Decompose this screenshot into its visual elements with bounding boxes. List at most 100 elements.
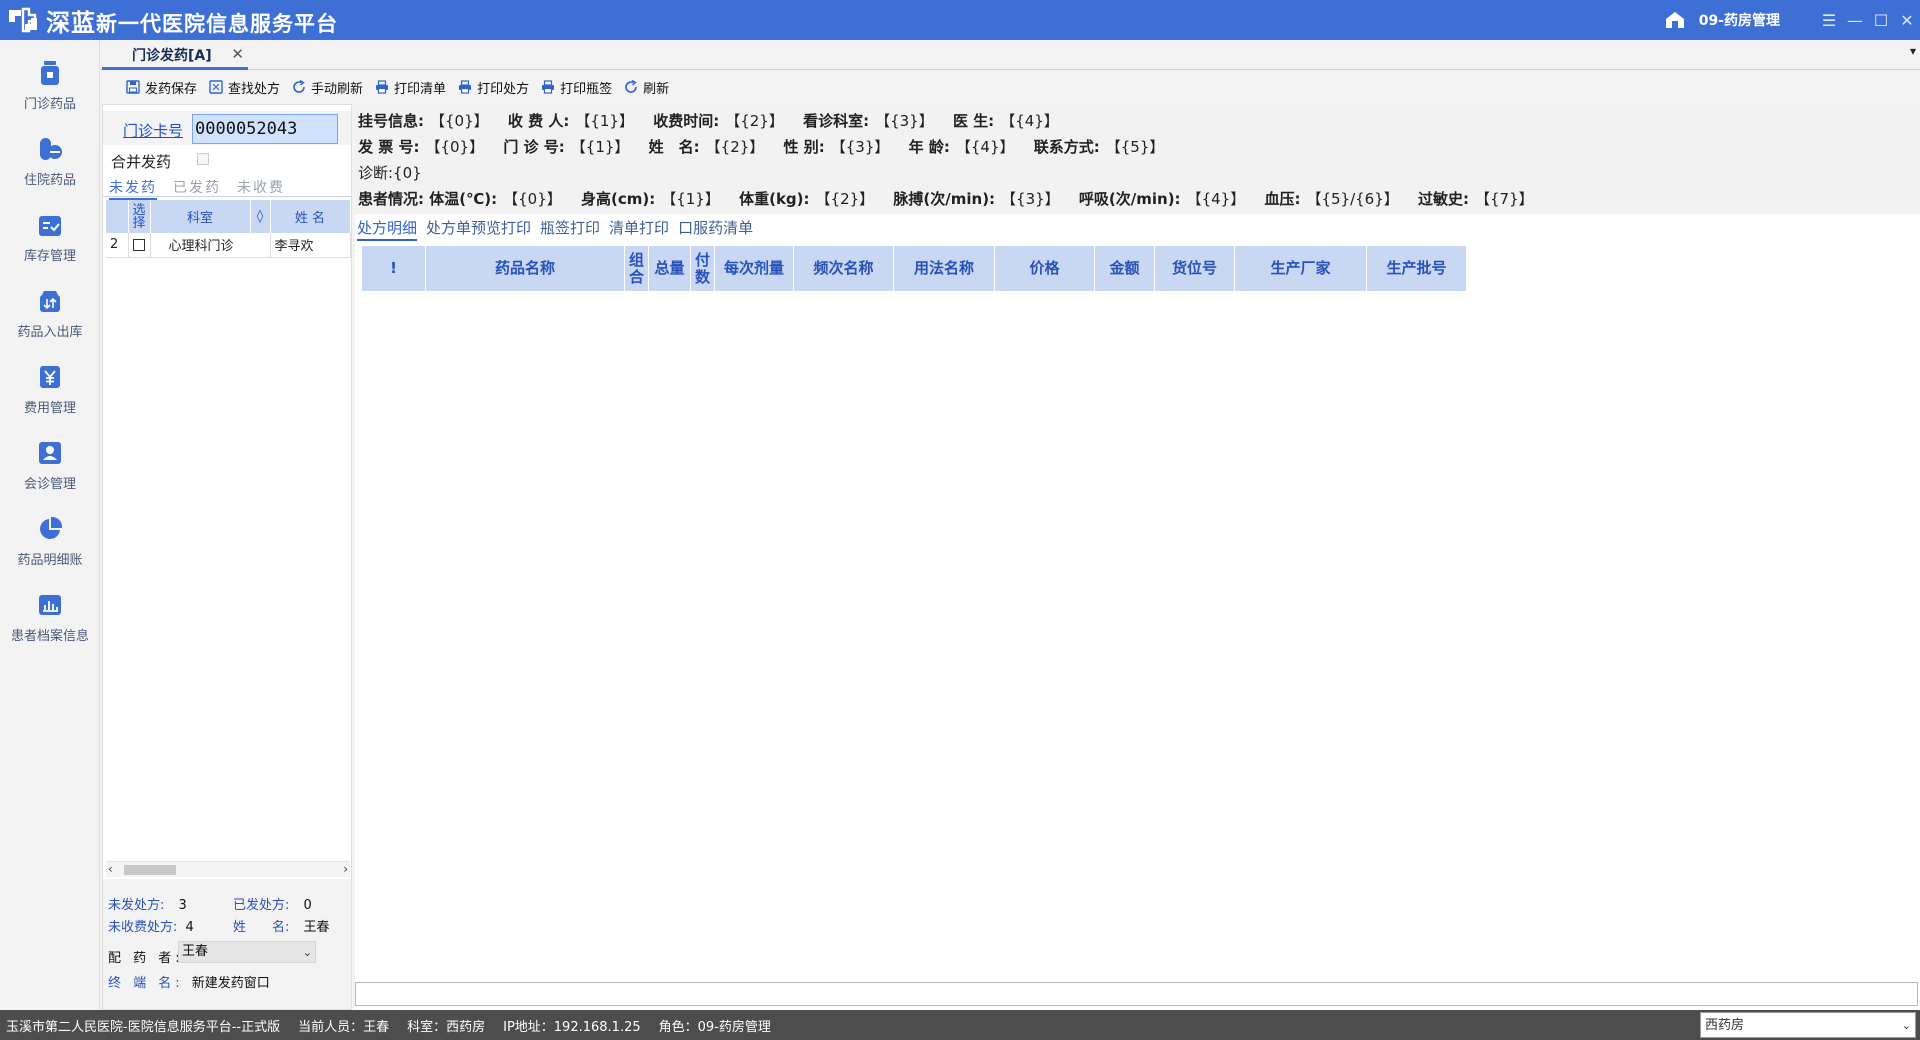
tab-bottle-label-print[interactable]: 瓶签打印: [540, 217, 600, 241]
hospital-name: 玉溪市第二人民医院-医院信息服务平台--正式版: [6, 1019, 281, 1035]
dept-column-header[interactable]: 科室: [150, 200, 251, 233]
stat-value: 0: [303, 898, 312, 913]
nav-item-stock-transfer[interactable]: 药品入出库: [0, 268, 100, 344]
patient-table-header: 选择 科室 ◊ 姓 名: [106, 200, 351, 233]
ip-address: IP地址：192.168.1.25: [503, 1019, 641, 1035]
location-column-header[interactable]: 货位号: [1155, 246, 1235, 291]
undispensed-count: 未发处方: 3: [108, 894, 187, 913]
batch-column-header[interactable]: 生产批号: [1367, 246, 1467, 291]
find-prescription-button[interactable]: 查找处方: [209, 78, 280, 97]
tab-unpaid[interactable]: 未收费: [237, 177, 285, 197]
minimize-button[interactable]: —: [1842, 7, 1868, 33]
drug-name-column-header[interactable]: 药品名称: [426, 246, 625, 291]
print-list-button[interactable]: 打印清单: [375, 78, 446, 97]
printer-icon: [459, 80, 472, 94]
info-value: 【{3}】: [875, 112, 934, 130]
tab-prescription-preview-print[interactable]: 处方单预览打印: [426, 217, 531, 241]
usage-column-header[interactable]: 用法名称: [894, 246, 995, 291]
close-icon[interactable]: ✕: [231, 45, 244, 63]
nav-item-fee[interactable]: 费用管理: [0, 344, 100, 420]
pie-chart-icon: [40, 516, 63, 539]
chevron-down-icon: ⌄: [1901, 1019, 1911, 1032]
info-label: 收 费 人:: [507, 112, 570, 130]
yuan-icon: [40, 366, 60, 388]
scroll-left-icon[interactable]: ‹: [108, 862, 113, 876]
tab-outpatient-dispense[interactable]: 门诊发药[A] ✕: [102, 42, 248, 70]
tab-list-print[interactable]: 清单打印: [609, 217, 669, 241]
info-label: 联系方式:: [1033, 138, 1100, 156]
nav-item-inventory[interactable]: 库存管理: [0, 192, 100, 268]
info-label: 年 龄:: [908, 138, 950, 156]
info-value: 【{2}】: [815, 190, 875, 208]
nav-item-consultation[interactable]: 会诊管理: [0, 420, 100, 496]
scroll-right-icon[interactable]: ›: [343, 862, 348, 876]
row-select-cell[interactable]: [128, 233, 151, 258]
table-row[interactable]: 2 心理科门诊 李寻欢: [106, 233, 351, 258]
nav-item-drug-ledger[interactable]: 药品明细账: [0, 496, 100, 572]
maximize-button[interactable]: ☐: [1868, 7, 1894, 33]
dosage-column-header[interactable]: 每次剂量: [715, 246, 794, 291]
sort-icon[interactable]: ◊: [250, 200, 271, 233]
name-column-header[interactable]: 姓 名: [270, 200, 351, 233]
print-bottle-label-button[interactable]: 打印瓶签: [541, 78, 612, 97]
main-content: 挂号信息: 【{0}】 收 费 人: 【{1}】 收费时间: 【{2}】 看诊科室: 【…: [355, 104, 1920, 1010]
pharmacy-select[interactable]: 西药房 ⌄: [1700, 1012, 1916, 1038]
chevron-down-icon: ⌄: [302, 946, 312, 959]
info-label: 医 生:: [952, 112, 995, 130]
frequency-column-header[interactable]: 频次名称: [794, 246, 894, 291]
merge-dispense-checkbox[interactable]: [197, 153, 209, 165]
card-number-link[interactable]: 门诊卡号: [123, 120, 183, 141]
alert-column-header[interactable]: !: [362, 246, 426, 291]
nav-label: 药品入出库: [17, 325, 83, 340]
nav-item-patient-records[interactable]: 患者档案信息: [0, 572, 100, 648]
dispenser-select[interactable]: 王春 ⌄: [178, 941, 316, 963]
tab-list-menu-icon[interactable]: ▾: [1910, 44, 1916, 58]
pharmacy-icon: [1665, 12, 1684, 28]
amount-column-header[interactable]: 金额: [1095, 246, 1155, 291]
manufacturer-column-header[interactable]: 生产厂家: [1235, 246, 1367, 291]
close-button[interactable]: ✕: [1894, 7, 1920, 33]
tab-dispensed[interactable]: 已发药: [173, 177, 221, 197]
select-column-header[interactable]: 选择: [128, 200, 151, 233]
stock-transfer-icon: [40, 291, 60, 312]
nav-item-inpatient-drugs[interactable]: 住院药品: [0, 116, 100, 192]
role-badge[interactable]: 09-药房管理: [1665, 10, 1780, 30]
price-column-header[interactable]: 价格: [995, 246, 1095, 291]
unpaid-count: 未收费处方: 4: [108, 916, 194, 935]
card-number-input[interactable]: 0000052043: [192, 114, 338, 144]
group-column-header[interactable]: 组合: [625, 246, 649, 291]
inventory-icon: [39, 216, 61, 236]
info-value: 【{5}】: [1105, 138, 1165, 156]
row-select-checkbox[interactable]: [132, 238, 145, 251]
person-icon: [39, 442, 61, 464]
stat-value: 3: [178, 898, 187, 913]
tab-undispensed[interactable]: 未发药: [109, 177, 157, 200]
scroll-thumb[interactable]: [124, 865, 176, 875]
tab-prescription-detail[interactable]: 处方明细: [357, 217, 418, 241]
title-bar: 深蓝新一代医院信息服务平台 09-药房管理 ☰ — ☐ ✕: [0, 0, 1920, 40]
menu-icon[interactable]: ☰: [1816, 7, 1842, 33]
total-column-header[interactable]: 总量: [649, 246, 691, 291]
command-input[interactable]: [355, 982, 1918, 1006]
nav-item-outpatient-drugs[interactable]: 门诊药品: [0, 40, 100, 116]
info-value: 【{0}】: [503, 190, 562, 208]
search-doc-icon: [209, 80, 223, 94]
doses-column-header[interactable]: 付数: [691, 246, 715, 291]
refresh-button[interactable]: 刷新: [624, 78, 669, 97]
app-title: 深蓝新一代医院信息服务平台: [46, 3, 338, 38]
stat-label: 终 端 名:: [108, 976, 184, 991]
save-dispense-button[interactable]: 发药保存: [126, 78, 197, 97]
info-value: 【{5}/{6}】: [1306, 190, 1399, 208]
manual-refresh-button[interactable]: 手动刷新: [292, 78, 363, 97]
horizontal-scrollbar[interactable]: ‹ ›: [106, 861, 350, 877]
prescription-table-header: ! 药品名称 组合 总量 付数 每次剂量 频次名称 用法名称 价格 金额 货位号…: [362, 246, 1467, 291]
toolbar-label: 查找处方: [228, 81, 281, 97]
info-label: 过敏史:: [1418, 190, 1469, 208]
pill-bottle-icon: [41, 61, 59, 85]
patient-name: 姓 名: 王春: [233, 916, 330, 935]
toolbar: 发药保存 查找处方 手动刷新 打印清单 打印处方 打印瓶签 刷新: [100, 71, 1920, 103]
print-prescription-button[interactable]: 打印处方: [458, 78, 529, 97]
nav-label: 会诊管理: [23, 477, 76, 492]
tab-oral-drug-list[interactable]: 口服药清单: [678, 217, 753, 241]
info-value: 【{1}】: [575, 112, 634, 130]
